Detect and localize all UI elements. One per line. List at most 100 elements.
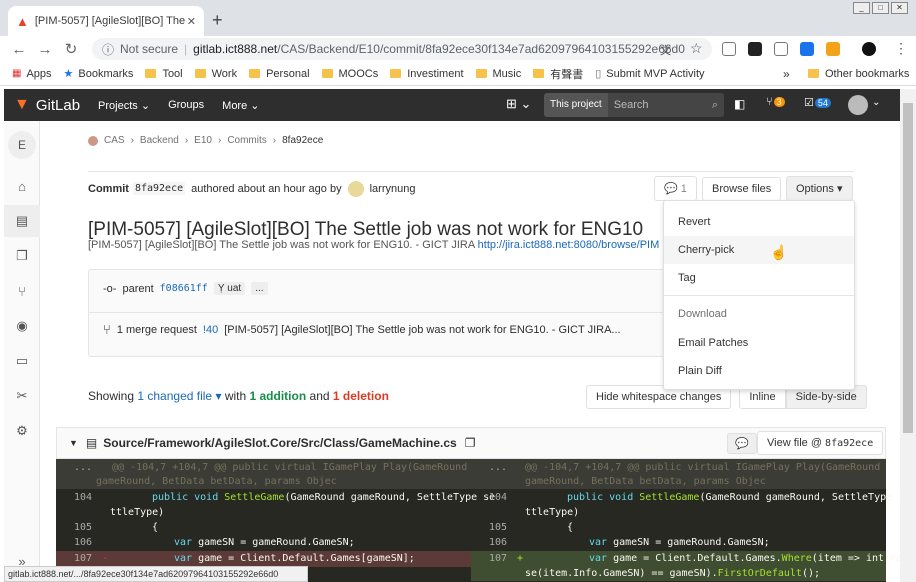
line-number[interactable]: 104 xyxy=(56,492,96,503)
line-number[interactable]: 105 xyxy=(56,522,96,533)
bookmark-folder-music[interactable]: Music xyxy=(475,68,521,80)
maximize-button[interactable]: □ xyxy=(872,2,889,14)
menu-item-cherry-pick[interactable]: Cherry-pick ☝ xyxy=(664,236,854,264)
gitlab-logo[interactable]: ▼ GitLab xyxy=(14,96,80,114)
merge-requests-icon[interactable]: ⑂ 3 xyxy=(766,96,785,108)
extension-dropbox-icon[interactable] xyxy=(800,42,814,56)
line-number[interactable]: 105 xyxy=(471,522,511,533)
parent-sha-link[interactable]: f08661ff xyxy=(160,283,208,294)
plus-icon[interactable]: ⊞ ⌄ xyxy=(506,96,531,112)
page-scrollbar[interactable] xyxy=(900,89,916,582)
issues-icon[interactable]: ◧ xyxy=(734,97,745,111)
extension-panel-icon[interactable] xyxy=(774,42,788,56)
jira-link[interactable]: http://jira.ict888.net:8080/browse/PIM xyxy=(478,239,660,251)
file-header: ▼ ▤ Source/Framework/AgileSlot.Core/Src/… xyxy=(56,427,886,459)
bookmark-folder-personal[interactable]: Personal xyxy=(249,68,310,80)
back-icon[interactable]: ← xyxy=(6,41,32,58)
extension-play-icon[interactable] xyxy=(748,42,762,56)
comments-button[interactable]: 💬 1 xyxy=(654,176,697,201)
bookmark-other[interactable]: Other bookmarks xyxy=(808,68,909,80)
star-icon[interactable]: ☆ xyxy=(690,40,703,57)
changed-files-toggle[interactable]: 1 changed file ▾ xyxy=(137,389,221,403)
menu-item-email-patches[interactable]: Email Patches xyxy=(664,329,854,357)
minimize-button[interactable]: _ xyxy=(853,2,870,14)
scissors-icon[interactable]: ✂ xyxy=(4,380,40,412)
copy-icon[interactable]: ❐ xyxy=(4,240,40,272)
bookmark-apps[interactable]: ▦ Apps xyxy=(12,68,52,80)
crumb-backend[interactable]: Backend xyxy=(140,135,179,146)
bookmarks-overflow[interactable]: » xyxy=(783,67,790,81)
menu-item-tag[interactable]: Tag xyxy=(664,264,854,292)
extension-q-icon[interactable] xyxy=(826,42,840,56)
view-file-button[interactable]: View file @ 8fa92ece xyxy=(757,431,884,455)
bookmark-submit-mvp[interactable]: ▯ Submit MVP Activity xyxy=(595,67,704,81)
search-box[interactable]: This project Search ⌕ xyxy=(544,93,724,117)
bookmark-folder-work[interactable]: Work xyxy=(194,68,237,80)
branch-tag[interactable]: Ỵ uat xyxy=(213,282,246,295)
extension-copy-icon[interactable] xyxy=(722,42,736,56)
chevron-down-icon[interactable]: ⌄ xyxy=(872,97,880,108)
side-by-side-diff: ... @@ -104,7 +104,7 @@ public virtual I… xyxy=(56,459,900,582)
line-number-removed[interactable]: 107 xyxy=(56,553,96,564)
line-number[interactable]: 106 xyxy=(471,537,511,548)
project-avatar[interactable]: E xyxy=(8,131,36,159)
author-avatar[interactable] xyxy=(347,180,364,197)
line-number-added[interactable]: 107 xyxy=(471,553,511,564)
code-line: public void SettleGame(GameRound gameRou… xyxy=(567,492,900,503)
line-number[interactable]: 104 xyxy=(471,492,511,503)
forward-icon[interactable]: → xyxy=(32,41,58,58)
close-tab-icon[interactable]: ✕ xyxy=(187,15,196,28)
breadcrumb: CAS › Backend › E10 › Commits › 8fa92ece xyxy=(88,135,323,146)
url-bar[interactable]: ⓘ Not secure | gitlab.ict888.net/CAS/Bac… xyxy=(92,38,712,60)
crumb-e10[interactable]: E10 xyxy=(194,135,212,146)
profile-avatar-icon[interactable] xyxy=(862,42,876,56)
crumb-current[interactable]: 8fa92ece xyxy=(282,135,323,146)
todo-count-badge: 54 xyxy=(814,98,831,108)
code-line: { xyxy=(567,522,574,533)
gear-icon[interactable]: ⚙ xyxy=(4,415,40,447)
issue-icon[interactable]: ◉ xyxy=(4,310,40,342)
menu-dots-icon[interactable]: ⋮ xyxy=(894,40,908,57)
info-icon[interactable]: ⓘ xyxy=(102,41,114,58)
browser-tab[interactable]: ▲ [PIM-5057] [AgileSlot][BO] The S ✕ xyxy=(8,6,204,36)
close-window-button[interactable]: ✕ xyxy=(891,2,908,14)
bookmark-folder-tool[interactable]: Tool xyxy=(145,68,183,80)
code-line-wrap: ttleType) xyxy=(525,507,580,518)
user-avatar[interactable] xyxy=(848,95,868,115)
home-icon[interactable]: ⌂ xyxy=(4,170,40,202)
clipboard-icon[interactable]: ▭ xyxy=(4,345,40,377)
reload-icon[interactable]: ↻ xyxy=(58,40,84,58)
bookmark-folder-investiment[interactable]: Investiment xyxy=(390,68,464,80)
copy-path-icon[interactable]: ❐ xyxy=(465,436,476,450)
options-button[interactable]: Options ▾ xyxy=(786,176,853,201)
toggle-comments-button[interactable]: 💬 xyxy=(727,432,757,454)
more-refs-button[interactable]: ... xyxy=(251,282,268,295)
project-sidebar: E ⌂ ▤ ❐ ⑂ ◉ ▭ ✂ ⚙ » xyxy=(4,121,40,582)
translate-icon[interactable]: ⽂ xyxy=(660,42,671,58)
folder-icon xyxy=(390,69,402,78)
menu-item-revert[interactable]: Revert xyxy=(664,208,854,236)
line-number[interactable]: 106 xyxy=(56,537,96,548)
nav-more[interactable]: More ⌄ xyxy=(222,99,259,112)
minus-marker: - xyxy=(102,553,109,564)
crumb-cas[interactable]: CAS xyxy=(104,135,125,146)
menu-divider xyxy=(664,295,854,296)
nav-groups[interactable]: Groups xyxy=(168,99,204,111)
search-input[interactable]: Search xyxy=(614,93,649,117)
collapse-file-icon[interactable]: ▼ xyxy=(69,438,78,448)
bookmark-folder-audiobooks[interactable]: 有聲書 xyxy=(533,66,583,82)
changes-summary: Showing 1 changed file ▾ with 1 addition… xyxy=(88,389,389,403)
crumb-commits[interactable]: Commits xyxy=(227,135,266,146)
merge-icon[interactable]: ⑂ xyxy=(4,275,40,307)
scrollbar-thumb[interactable] xyxy=(903,103,913,433)
file-icon[interactable]: ▤ xyxy=(4,205,40,237)
new-tab-button[interactable]: + xyxy=(212,10,223,31)
menu-item-plain-diff[interactable]: Plain Diff xyxy=(664,357,854,385)
todos-icon[interactable]: ☑ 54 xyxy=(804,96,831,109)
bookmark-folder-moocs[interactable]: MOOCs xyxy=(321,68,378,80)
bookmark-bookmarks[interactable]: ★ Bookmarks xyxy=(64,67,134,81)
mr-link[interactable]: !40 xyxy=(203,324,218,336)
nav-projects[interactable]: Projects ⌄ xyxy=(98,99,150,112)
browse-files-button[interactable]: Browse files xyxy=(702,176,782,201)
author-name[interactable]: larrynung xyxy=(370,183,416,195)
